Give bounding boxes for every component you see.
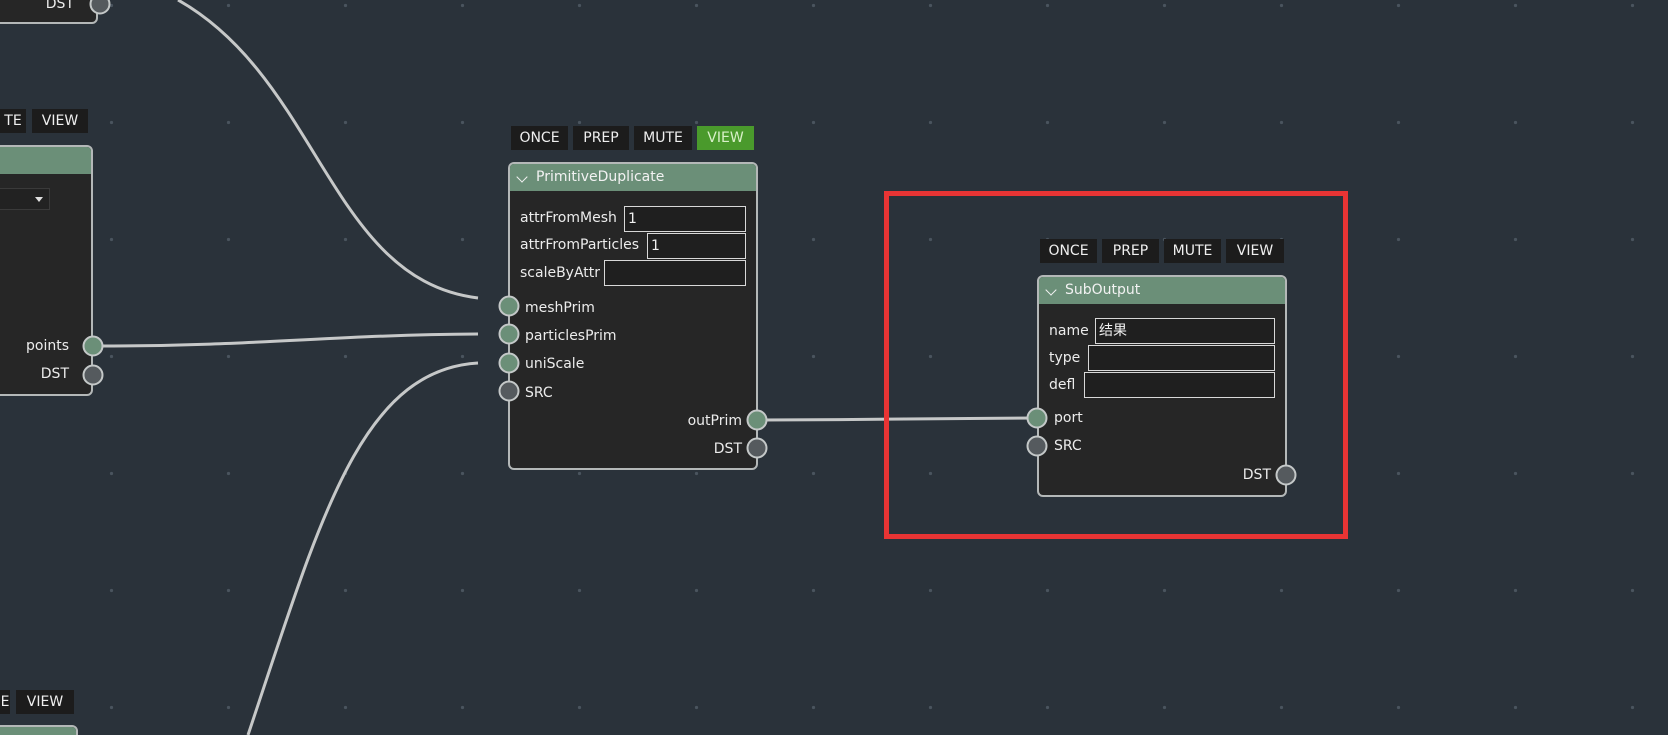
left-mid-dst-port[interactable] <box>82 364 104 386</box>
left-top-node[interactable]: DST <box>0 0 98 24</box>
primitive-duplicate-node[interactable]: PrimitiveDuplicate attrFromMesh 1 attrFr… <box>508 162 758 470</box>
attrfrommesh-label: attrFromMesh <box>520 210 617 226</box>
mute-button[interactable]: E <box>0 690 10 714</box>
attrfrommesh-input[interactable]: 1 <box>624 206 746 232</box>
uniscale-input-port[interactable] <box>498 352 520 374</box>
mute-button[interactable]: TE <box>0 109 26 133</box>
prep-button[interactable]: PREP <box>573 126 629 150</box>
scalebyattr-input[interactable] <box>604 260 746 286</box>
particlesprim-input-port[interactable] <box>498 323 520 345</box>
attrfromparticles-label: attrFromParticles <box>520 237 640 253</box>
wire-points-to-particlesprim[interactable] <box>97 332 479 348</box>
left-bottom-node[interactable] <box>0 725 78 735</box>
meshprim-input-port[interactable] <box>498 295 520 317</box>
points-label: points <box>26 338 69 354</box>
uniscale-label: uniScale <box>525 356 585 372</box>
node-editor-canvas[interactable]: DST TE VIEW points DST E VIEW ONCE PREP … <box>0 0 1668 735</box>
particlesprim-label: particlesPrim <box>525 328 617 344</box>
wire-to-uniscale[interactable] <box>246 361 479 735</box>
dst-label: DST <box>40 366 69 382</box>
meshprim-label: meshPrim <box>525 300 595 316</box>
dropdown-select[interactable] <box>0 188 50 210</box>
scalebyattr-label: scaleByAttr <box>520 265 601 281</box>
src-label: SRC <box>525 385 553 401</box>
highlight-box <box>884 191 1348 539</box>
points-output-port[interactable] <box>82 335 104 357</box>
chevron-down-icon[interactable] <box>516 171 528 183</box>
wire-to-meshprim[interactable] <box>177 0 479 300</box>
outprim-output-port[interactable] <box>746 409 768 431</box>
src-input-port[interactable] <box>498 380 520 402</box>
connection-wires <box>97 0 1038 735</box>
node-title: PrimitiveDuplicate <box>536 169 665 185</box>
once-button[interactable]: ONCE <box>511 126 568 150</box>
view-button[interactable]: VIEW <box>16 690 74 714</box>
attrfromparticles-input[interactable]: 1 <box>647 233 746 259</box>
dst-label: DST <box>713 441 742 457</box>
view-button[interactable]: VIEW <box>697 126 754 150</box>
left-mid-node[interactable]: points DST <box>0 145 93 396</box>
node-header[interactable] <box>0 147 91 174</box>
outprim-label: outPrim <box>687 413 742 429</box>
mute-button[interactable]: MUTE <box>634 126 692 150</box>
chevron-down-icon <box>35 197 43 202</box>
view-button[interactable]: VIEW <box>32 109 88 133</box>
node-header[interactable]: PrimitiveDuplicate <box>510 164 756 191</box>
node-header[interactable] <box>0 727 76 735</box>
dst-label: DST <box>45 0 74 12</box>
dst-output-port[interactable] <box>746 437 768 459</box>
